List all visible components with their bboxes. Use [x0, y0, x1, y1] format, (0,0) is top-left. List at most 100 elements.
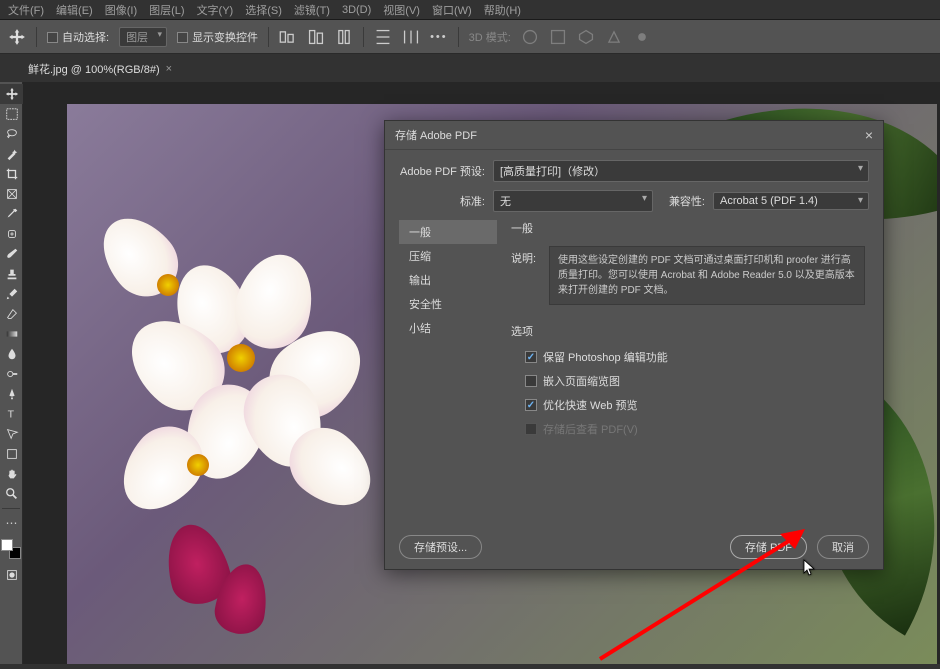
distribute-icon-2[interactable]: [402, 28, 420, 46]
stamp-tool[interactable]: [0, 264, 23, 284]
tab-label: 鲜花.jpg @ 100%(RGB/8#): [28, 61, 160, 77]
tab-close-icon[interactable]: ×: [166, 63, 172, 75]
optimize-web-checkbox[interactable]: [525, 399, 537, 411]
quick-mask[interactable]: [0, 565, 23, 585]
document-tab[interactable]: 鲜花.jpg @ 100%(RGB/8#) ×: [18, 56, 182, 82]
dialog-titlebar[interactable]: 存储 Adobe PDF ×: [385, 121, 883, 150]
sidebar-item-general[interactable]: 一般: [399, 220, 497, 244]
show-transform-checkbox[interactable]: [177, 32, 188, 43]
3d-icon-2[interactable]: [549, 28, 567, 46]
compat-dropdown[interactable]: Acrobat 5 (PDF 1.4): [713, 192, 869, 210]
save-pdf-dialog: 存储 Adobe PDF × Adobe PDF 预设: [高质量打印]（修改）…: [384, 120, 884, 570]
separator: [36, 27, 37, 47]
align-icon-2[interactable]: [307, 28, 325, 46]
close-icon[interactable]: ×: [865, 127, 873, 143]
optimize-web-label: 优化快速 Web 预览: [543, 397, 638, 413]
preset-dropdown[interactable]: [高质量打印]（修改）: [493, 160, 869, 182]
move-tool[interactable]: [0, 84, 23, 104]
auto-select-label: 自动选择:: [62, 32, 109, 44]
menu-image[interactable]: 图像(I): [105, 2, 137, 18]
embed-thumbnails-label: 嵌入页面缩览图: [543, 373, 620, 389]
3d-icon-1[interactable]: [521, 28, 539, 46]
blur-tool[interactable]: [0, 344, 23, 364]
3d-icon-3[interactable]: [577, 28, 595, 46]
dialog-sidebar: 一般 压缩 输出 安全性 小结: [399, 220, 497, 550]
healing-tool[interactable]: [0, 224, 23, 244]
sidebar-item-output[interactable]: 输出: [399, 268, 497, 292]
path-tool[interactable]: [0, 424, 23, 444]
sidebar-item-compression[interactable]: 压缩: [399, 244, 497, 268]
eyedropper-tool[interactable]: [0, 204, 23, 224]
lasso-tool[interactable]: [0, 124, 23, 144]
dialog-title: 存储 Adobe PDF: [395, 127, 477, 143]
description-label: 说明:: [511, 246, 541, 305]
preserve-editing-checkbox[interactable]: [525, 351, 537, 363]
menu-select[interactable]: 选择(S): [245, 2, 282, 18]
view-after-save-checkbox: [525, 423, 537, 435]
description-text[interactable]: 使用这些设定创建的 PDF 文档可通过桌面打印机和 proofer 进行高质量打…: [549, 246, 865, 305]
menu-window[interactable]: 窗口(W): [432, 2, 472, 18]
distribute-icon[interactable]: [374, 28, 392, 46]
hand-tool[interactable]: [0, 464, 23, 484]
marquee-tool[interactable]: [0, 104, 23, 124]
save-preset-button[interactable]: 存储预设...: [399, 535, 482, 559]
eraser-tool[interactable]: [0, 304, 23, 324]
crop-tool[interactable]: [0, 164, 23, 184]
options-bar: 自动选择: 图层 显示变换控件 ••• 3D 模式:: [0, 20, 940, 54]
svg-text:T: T: [7, 409, 14, 421]
menu-edit[interactable]: 编辑(E): [56, 2, 93, 18]
sidebar-item-summary[interactable]: 小结: [399, 316, 497, 340]
more-icon[interactable]: •••: [430, 31, 448, 43]
frame-tool[interactable]: [0, 184, 23, 204]
auto-select-checkbox[interactable]: [47, 32, 58, 43]
separator: [458, 27, 459, 47]
cancel-button[interactable]: 取消: [817, 535, 869, 559]
preserve-editing-label: 保留 Photoshop 编辑功能: [543, 349, 668, 365]
layer-dropdown[interactable]: 图层: [119, 27, 167, 47]
edit-toolbar[interactable]: ⋯: [0, 513, 23, 533]
separator: [363, 27, 364, 47]
standard-label: 标准:: [399, 193, 485, 209]
sidebar-item-security[interactable]: 安全性: [399, 292, 497, 316]
show-transform-label: 显示变换控件: [192, 32, 258, 44]
flowers: [97, 224, 397, 524]
menu-file[interactable]: 文件(F): [8, 2, 44, 18]
type-tool[interactable]: T: [0, 404, 23, 424]
menu-filter[interactable]: 滤镜(T): [294, 2, 330, 18]
options-title: 选项: [511, 323, 865, 339]
align-icon[interactable]: [279, 28, 297, 46]
shape-tool[interactable]: [0, 444, 23, 464]
foreground-color[interactable]: [1, 539, 13, 551]
menu-bar: 文件(F) 编辑(E) 图像(I) 图层(L) 文字(Y) 选择(S) 滤镜(T…: [0, 0, 940, 20]
standard-dropdown[interactable]: 无: [493, 190, 653, 212]
preset-label: Adobe PDF 预设:: [399, 163, 485, 179]
save-pdf-button[interactable]: 存储 PDF: [730, 535, 807, 559]
3d-icon-4[interactable]: [605, 28, 623, 46]
menu-type[interactable]: 文字(Y): [197, 2, 234, 18]
move-tool-icon[interactable]: [8, 28, 26, 46]
section-title: 一般: [511, 220, 865, 238]
zoom-tool[interactable]: [0, 484, 23, 504]
menu-3d[interactable]: 3D(D): [342, 4, 371, 16]
wand-tool[interactable]: [0, 144, 23, 164]
mode-3d-label: 3D 模式:: [469, 29, 511, 45]
separator: [268, 27, 269, 47]
dodge-tool[interactable]: [0, 364, 23, 384]
menu-view[interactable]: 视图(V): [383, 2, 420, 18]
pen-tool[interactable]: [0, 384, 23, 404]
menu-help[interactable]: 帮助(H): [484, 2, 521, 18]
3d-icon-5[interactable]: [633, 28, 651, 46]
gradient-tool[interactable]: [0, 324, 23, 344]
history-brush-tool[interactable]: [0, 284, 23, 304]
tools-panel: T ⋯: [0, 82, 23, 664]
embed-thumbnails-checkbox[interactable]: [525, 375, 537, 387]
view-after-save-label: 存储后查看 PDF(V): [543, 421, 638, 437]
brush-tool[interactable]: [0, 244, 23, 264]
separator: [2, 508, 20, 509]
align-icon-3[interactable]: [335, 28, 353, 46]
compat-label: 兼容性:: [661, 193, 705, 209]
dialog-main: 一般 说明: 使用这些设定创建的 PDF 文档可通过桌面打印机和 proofer…: [497, 220, 869, 550]
menu-layer[interactable]: 图层(L): [149, 2, 184, 18]
document-tabs: 鲜花.jpg @ 100%(RGB/8#) ×: [0, 54, 940, 82]
color-swatches[interactable]: [1, 539, 21, 559]
